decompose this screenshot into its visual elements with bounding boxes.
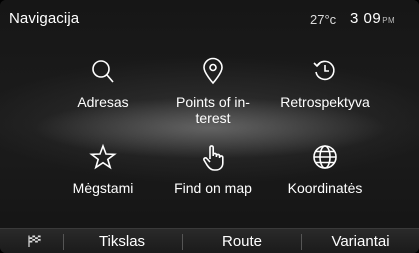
menu-item-label: Points of in- terest (176, 94, 250, 126)
tab-destination[interactable]: Tikslas (63, 233, 181, 250)
hand-pointer-icon (203, 145, 224, 171)
temperature-readout: 27°c (310, 12, 337, 27)
menu-item-address[interactable]: Adresas (45, 57, 161, 110)
menu-item-history[interactable]: Retrospektyva (267, 57, 383, 110)
menu-item-label: Adresas (77, 94, 129, 110)
menu-item-find-on-map[interactable]: Find on map (155, 143, 271, 196)
menu-item-label: Retrospektyva (280, 94, 370, 110)
clock-time: 3 09 (350, 10, 382, 27)
menu-item-coordinates[interactable]: Koordinatės (267, 143, 383, 196)
clock-ampm: PM (382, 16, 396, 25)
menu-item-label: Koordinatės (287, 180, 363, 196)
menu-item-label: Mėgstami (72, 180, 134, 196)
menu-item-favorites[interactable]: Mėgstami (45, 143, 161, 196)
globe-icon (313, 145, 337, 169)
clock: 3 09PM (350, 10, 395, 27)
background (0, 0, 419, 253)
checkered-flag-icon[interactable] (28, 235, 42, 247)
tab-options[interactable]: Variantai (302, 233, 419, 250)
star-icon (89, 143, 117, 170)
location-pin-icon (203, 57, 223, 85)
bottom-tab-bar: Tikslas Route Variantai (0, 228, 419, 253)
tab-route[interactable]: Route (183, 233, 301, 250)
search-icon (92, 60, 114, 83)
history-icon (313, 60, 335, 81)
menu-item-label: Find on map (174, 180, 252, 196)
navigation-screen: Navigacija 27°c 3 09PM Adresas Points of… (0, 0, 419, 253)
page-title: Navigacija (9, 10, 80, 27)
header-bar: Navigacija 27°c 3 09PM (0, 0, 419, 34)
menu-item-points-of-interest[interactable]: Points of in- terest (155, 57, 271, 126)
